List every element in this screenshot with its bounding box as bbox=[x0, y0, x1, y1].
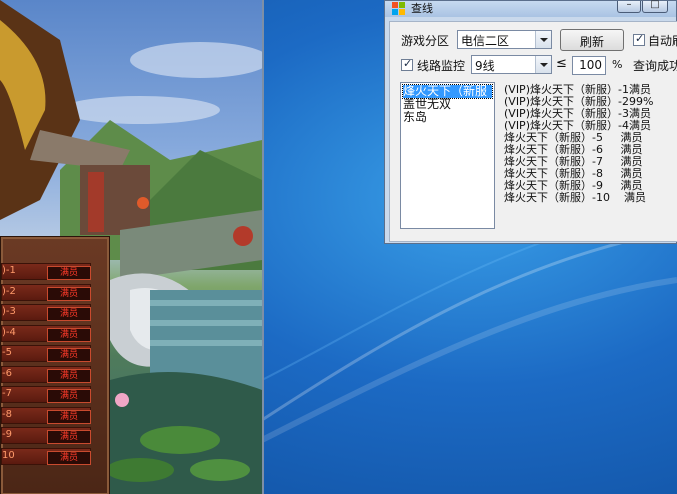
result-line: 烽火天下（新服）-10 满员 bbox=[504, 191, 646, 204]
status-badge: 满员 bbox=[47, 327, 91, 342]
zone-label: 游戏分区 bbox=[401, 34, 450, 48]
window-title: 查线 bbox=[411, 2, 433, 15]
list-item[interactable]: 烽火天下（新服 bbox=[402, 84, 493, 99]
status-badge: 满员 bbox=[47, 430, 91, 444]
chevron-down-icon bbox=[535, 31, 551, 48]
less-equal-symbol: ≤ bbox=[556, 56, 567, 71]
game-server-row[interactable]: -9 满员 bbox=[1, 427, 91, 444]
percent-symbol: % bbox=[612, 58, 623, 71]
game-server-row[interactable]: -8 满员 bbox=[1, 406, 91, 424]
status-badge: 满员 bbox=[47, 307, 91, 321]
minimize-button[interactable]: – bbox=[617, 0, 641, 13]
line-monitor-label: 线路监控 bbox=[417, 59, 466, 73]
list-item[interactable]: 东岛 bbox=[403, 111, 492, 124]
game-server-row[interactable]: -6 满员 bbox=[1, 365, 91, 383]
server-listbox[interactable]: 烽火天下（新服 盖世无双 东岛 bbox=[400, 82, 495, 229]
game-server-label: -8 bbox=[2, 408, 12, 420]
game-window: )-1 满员 )-2 满员 )-3 满员 )-4 满员 -5 满员 -6 满员 -7 满员 -8 满员 -9 满员… bbox=[0, 0, 264, 494]
maximize-icon: □ bbox=[650, 0, 660, 10]
threshold-input[interactable]: 100 bbox=[572, 56, 606, 75]
list-item[interactable]: 盖世无双 bbox=[403, 98, 492, 111]
status-badge: 满员 bbox=[47, 368, 91, 383]
threshold-value: 100 bbox=[579, 58, 602, 72]
game-server-label: )-3 bbox=[2, 306, 16, 317]
line-monitor-checkbox[interactable] bbox=[401, 57, 413, 71]
game-server-label: -5 bbox=[2, 347, 12, 358]
refresh-button-label: 刷新 bbox=[579, 35, 604, 49]
game-server-label: -6 bbox=[2, 367, 12, 379]
game-server-label: -9 bbox=[2, 429, 12, 440]
zone-select[interactable]: 电信二区 bbox=[457, 30, 552, 49]
status-text: 查询成功 bbox=[633, 59, 677, 73]
auto-refresh-label: 自动刷 bbox=[648, 34, 677, 48]
window-titlebar[interactable]: 查线 – □ bbox=[385, 0, 676, 17]
game-server-row[interactable]: )-1 满员 bbox=[1, 263, 91, 280]
auto-refresh-checkbox[interactable] bbox=[633, 32, 645, 46]
windows-logo-icon bbox=[392, 2, 405, 15]
game-server-row[interactable]: )-3 满员 bbox=[1, 304, 91, 321]
line-select[interactable]: 9线 bbox=[471, 55, 552, 74]
status-badge: 满员 bbox=[47, 409, 91, 424]
game-server-label: )-4 bbox=[2, 326, 16, 338]
game-server-label: -7 bbox=[2, 388, 12, 399]
maximize-button[interactable]: □ bbox=[642, 0, 668, 13]
query-window: 查线 – □ 游戏分区 电信二区 刷新 自动刷 线路监控 9线 ≤ 100 % … bbox=[384, 0, 677, 244]
result-text: (VIP)烽火天下（新服）-1满员 (VIP)烽火天下（新服）-299% (VIP)… bbox=[502, 82, 677, 229]
game-server-label: )-1 bbox=[2, 265, 16, 276]
game-server-row[interactable]: 10 满员 bbox=[1, 447, 91, 465]
status-badge: 满员 bbox=[47, 450, 91, 465]
status-badge: 满员 bbox=[47, 348, 91, 362]
chevron-down-icon bbox=[535, 56, 551, 73]
game-server-row[interactable]: )-4 满员 bbox=[1, 324, 91, 342]
game-server-label: )-2 bbox=[2, 285, 16, 297]
game-server-row[interactable]: )-2 满员 bbox=[1, 283, 91, 301]
status-badge: 满员 bbox=[47, 266, 91, 280]
game-server-row[interactable]: -7 满员 bbox=[1, 386, 91, 403]
game-server-row[interactable]: -5 满员 bbox=[1, 345, 91, 362]
line-select-value: 9线 bbox=[475, 59, 495, 73]
refresh-button[interactable]: 刷新 bbox=[560, 29, 624, 51]
status-badge: 满员 bbox=[47, 286, 91, 301]
game-server-label: 10 bbox=[2, 449, 15, 461]
status-badge: 满员 bbox=[47, 389, 91, 403]
zone-select-value: 电信二区 bbox=[461, 34, 510, 48]
window-client-area: 游戏分区 电信二区 刷新 自动刷 线路监控 9线 ≤ 100 % 查询成功 烽火… bbox=[389, 21, 677, 242]
game-server-panel: )-1 满员 )-2 满员 )-3 满员 )-4 满员 -5 满员 -6 满员 -7 满员 -8 满员 -9 满员… bbox=[0, 236, 110, 494]
minimize-icon: – bbox=[626, 0, 632, 10]
